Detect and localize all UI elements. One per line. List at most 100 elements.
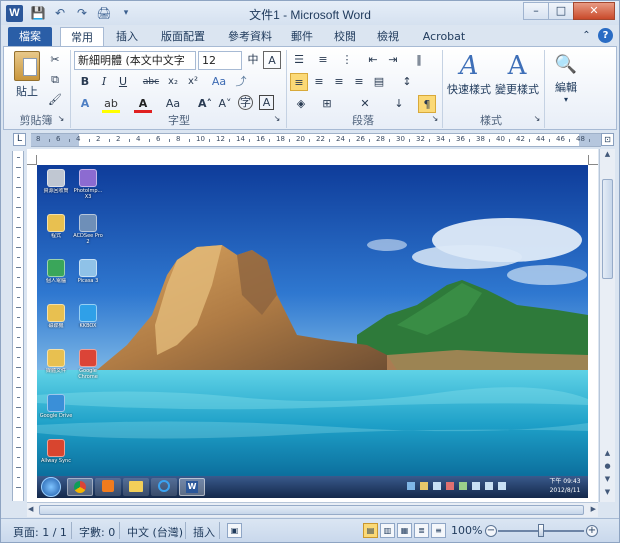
tab-mailings[interactable]: 郵件	[285, 27, 319, 47]
align-center-icon[interactable]: ≡	[310, 73, 328, 91]
strikethrough-icon[interactable]: abc	[142, 73, 160, 91]
zoom-level[interactable]: 100%	[451, 524, 482, 537]
format-painter-icon[interactable]: 🖌	[46, 91, 64, 109]
close-button[interactable]: ✕	[573, 2, 615, 20]
desktop-icon[interactable]: PhotoImp... X3	[71, 169, 105, 201]
maximize-button[interactable]: □	[548, 2, 574, 20]
status-page[interactable]: 頁面: 1 / 1	[13, 524, 67, 540]
tab-acrobat[interactable]: Acrobat	[416, 27, 472, 47]
zoom-in-icon[interactable]: +	[586, 525, 598, 537]
bullets-icon[interactable]: ☰	[290, 51, 308, 69]
styles-launcher-icon[interactable]: ↘	[532, 110, 542, 128]
font-launcher-icon[interactable]: ↘	[272, 110, 282, 128]
desktop-icon[interactable]: 媒體文件	[39, 349, 73, 381]
full-screen-reading-icon[interactable]: ▥	[380, 523, 395, 538]
scroll-up-icon[interactable]: ▲	[602, 150, 613, 162]
distributed-icon[interactable]: ▤	[370, 73, 388, 91]
chinese-layout-icon[interactable]: ✕	[356, 95, 374, 113]
multilevel-list-icon[interactable]: ⋮	[338, 51, 356, 69]
scroll-right-icon[interactable]: ▶	[591, 505, 596, 513]
status-language[interactable]: 中文 (台灣)	[127, 524, 183, 540]
subscript-icon[interactable]: x₂	[164, 73, 182, 91]
view-ruler-icon[interactable]: ⊡	[601, 133, 614, 146]
font-color-icon[interactable]: A	[134, 95, 152, 113]
text-effects-icon[interactable]: A	[76, 95, 94, 113]
character-scale-icon[interactable]: Aa	[164, 95, 182, 113]
desktop-icon[interactable]: ACDSee Pro 2	[71, 214, 105, 246]
draft-view-icon[interactable]: ≡	[431, 523, 446, 538]
shading-icon[interactable]: ◈	[292, 95, 310, 113]
next-page-icon[interactable]: ▼	[602, 475, 613, 487]
justify-icon[interactable]: ≡	[350, 73, 368, 91]
bold-icon[interactable]: B	[76, 73, 94, 91]
sort-icon[interactable]: ↓	[390, 95, 408, 113]
zoom-out-icon[interactable]: −	[485, 525, 497, 537]
horizontal-scroll-thumb[interactable]	[39, 505, 584, 515]
outline-view-icon[interactable]: ≣	[414, 523, 429, 538]
change-case-icon[interactable]: Aa	[210, 73, 228, 91]
previous-page-icon[interactable]: ▲	[602, 449, 613, 461]
increase-indent-icon[interactable]: ⇥	[384, 51, 402, 69]
enclose-characters-icon[interactable]: 字	[238, 95, 253, 110]
macro-recording-icon[interactable]: ▣	[227, 523, 242, 538]
start-button[interactable]	[41, 477, 61, 497]
desktop-icon[interactable]: Picasa 3	[71, 259, 105, 291]
quick-styles-button[interactable]: A 快速樣式	[446, 51, 492, 107]
taskbar-office[interactable]	[95, 478, 121, 496]
tab-file[interactable]: 檔案	[8, 27, 52, 47]
font-size-combo[interactable]: 12	[198, 51, 242, 70]
minimize-ribbon-icon[interactable]: ⌃	[579, 28, 594, 43]
superscript-icon[interactable]: x²	[184, 73, 202, 91]
cut-icon[interactable]: ✂	[46, 51, 64, 69]
scroll-left-icon[interactable]: ◀	[28, 505, 33, 513]
numbering-icon[interactable]: ≡	[314, 51, 332, 69]
desktop-icon[interactable]: 個人電腦	[39, 259, 73, 291]
web-layout-icon[interactable]: ▦	[397, 523, 412, 538]
paragraph-launcher-icon[interactable]: ↘	[430, 110, 440, 128]
italic-icon[interactable]: I	[95, 73, 113, 91]
tab-selector[interactable]: L	[13, 133, 26, 146]
tab-page-layout[interactable]: 版面配置	[152, 27, 214, 47]
document-page[interactable]: 資源回收筒 PhotoImp... X3 程式 ACDSee Pro 2 個人電腦 Pic…	[27, 149, 598, 502]
document-area[interactable]: 資源回收筒 PhotoImp... X3 程式 ACDSee Pro 2 個人電腦 Pic…	[27, 149, 598, 502]
taskbar-chrome[interactable]	[67, 478, 93, 496]
taskbar-ie[interactable]	[151, 478, 177, 496]
tab-view[interactable]: 檢視	[371, 27, 405, 47]
grow-font-icon[interactable]: 中	[244, 51, 262, 69]
system-tray[interactable]	[407, 482, 537, 492]
tray-clock[interactable]: 下午 09:43 2012/8/11	[543, 477, 587, 495]
shrink-font-size-icon[interactable]: A˅	[216, 95, 234, 113]
align-left-icon[interactable]: ≡	[290, 73, 308, 91]
clipboard-launcher-icon[interactable]: ↘	[56, 110, 66, 128]
status-words[interactable]: 字數: 0	[79, 524, 115, 540]
paste-button[interactable]: 貼上	[10, 51, 44, 103]
clear-format-icon[interactable]: A	[263, 51, 281, 69]
print-layout-view-icon[interactable]: ▤	[363, 523, 378, 538]
editing-button[interactable]: 🔍 編輯 ▾	[548, 51, 584, 107]
copy-icon[interactable]: ⧉	[46, 71, 64, 89]
line-spacing-icon[interactable]: ↕	[398, 73, 416, 91]
taskbar-word[interactable]: W	[179, 478, 205, 496]
asian-layout-icon[interactable]: ‖	[410, 51, 428, 69]
change-styles-button[interactable]: A 變更樣式	[494, 51, 540, 107]
horizontal-scrollbar[interactable]: ◀ ▶	[27, 502, 598, 517]
vertical-ruler[interactable]	[12, 151, 24, 501]
minimize-button[interactable]: –	[523, 2, 549, 20]
font-name-combo[interactable]: 新細明體 (本文中文字	[74, 51, 196, 70]
vertical-scrollbar[interactable]: ▲ ▲ ● ▼ ▼	[599, 149, 615, 502]
align-right-icon[interactable]: ≡	[330, 73, 348, 91]
borders-icon[interactable]: ⊞	[318, 95, 336, 113]
desktop-icon[interactable]: Google Chrome	[71, 349, 105, 381]
status-mode[interactable]: 插入	[193, 524, 215, 540]
zoom-slider-knob[interactable]	[538, 524, 544, 537]
desktop-icon[interactable]: KKBOX	[71, 304, 105, 336]
desktop-icon[interactable]: 程式	[39, 214, 73, 246]
grow-font-size-icon[interactable]: A˄	[196, 95, 214, 113]
browse-object-icon[interactable]: ●	[602, 462, 613, 474]
horizontal-ruler[interactable]: 8 6 4 2 2 4 6 8 10 12 14 16 18 20 22 24 26 28 30 32 34 36 38 40…	[31, 133, 601, 147]
vertical-scroll-thumb[interactable]	[602, 179, 613, 279]
tab-references[interactable]: 參考資料	[219, 27, 281, 47]
decrease-indent-icon[interactable]: ⇤	[364, 51, 382, 69]
desktop-icon[interactable]: 磁碟機	[39, 304, 73, 336]
character-border-icon[interactable]: A	[259, 95, 274, 110]
